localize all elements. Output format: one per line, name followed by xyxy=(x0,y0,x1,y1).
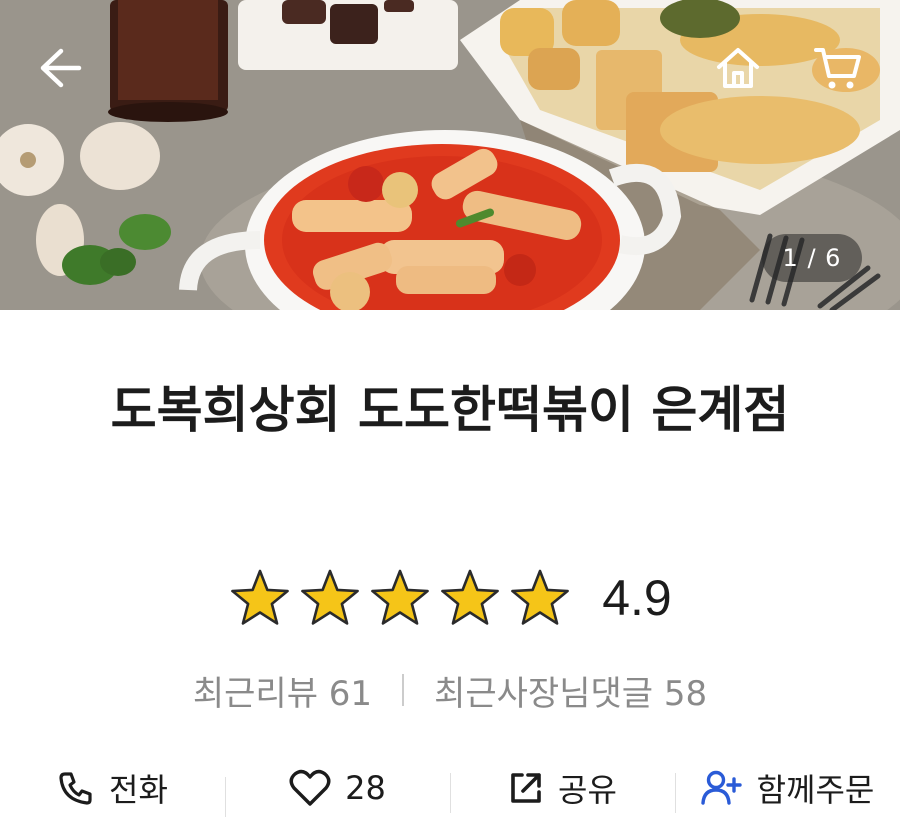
store-name: 도복희상회 도도한떡볶이 은계점 xyxy=(110,381,790,439)
review-counts: 최근리뷰 61 최근사장님댓글 58 xyxy=(0,664,900,716)
star-icon xyxy=(441,569,500,625)
divider xyxy=(402,674,405,706)
cart-icon xyxy=(814,48,861,89)
star-icon xyxy=(511,569,570,625)
phone-icon xyxy=(59,772,92,805)
cart-button[interactable] xyxy=(808,38,868,98)
like-button[interactable]: 28 xyxy=(225,769,450,817)
call-label: 전화 xyxy=(109,771,168,809)
star-rating xyxy=(228,566,572,630)
home-icon xyxy=(717,48,759,88)
owner-replies-link[interactable]: 최근사장님댓글 58 xyxy=(434,666,707,715)
like-count: 28 xyxy=(345,769,386,807)
group-order-button[interactable]: 함께주문 xyxy=(675,765,900,813)
star-icon xyxy=(371,569,430,625)
share-label: 공유 xyxy=(558,771,617,809)
star-icon xyxy=(301,569,360,625)
rating-score: 4.9 xyxy=(602,570,672,626)
group-order-label: 함께주문 xyxy=(756,771,875,809)
store-photo-gallery[interactable]: 1 / 6 xyxy=(0,0,900,310)
back-arrow-icon xyxy=(40,48,82,88)
rating-row: 4.9 xyxy=(0,560,900,636)
call-button[interactable]: 전화 xyxy=(0,765,225,811)
share-button[interactable]: 공유 xyxy=(450,765,675,813)
heart-icon xyxy=(289,769,331,806)
recent-reviews-link[interactable]: 최근리뷰 61 xyxy=(193,666,372,715)
star-icon xyxy=(231,569,290,625)
action-bar: 전화 28 공유 함께주문 xyxy=(0,756,900,820)
image-counter: 1 / 6 xyxy=(762,234,862,282)
share-icon xyxy=(511,773,541,803)
home-button[interactable] xyxy=(708,38,768,98)
back-button[interactable] xyxy=(30,38,90,98)
add-person-icon xyxy=(700,770,742,805)
